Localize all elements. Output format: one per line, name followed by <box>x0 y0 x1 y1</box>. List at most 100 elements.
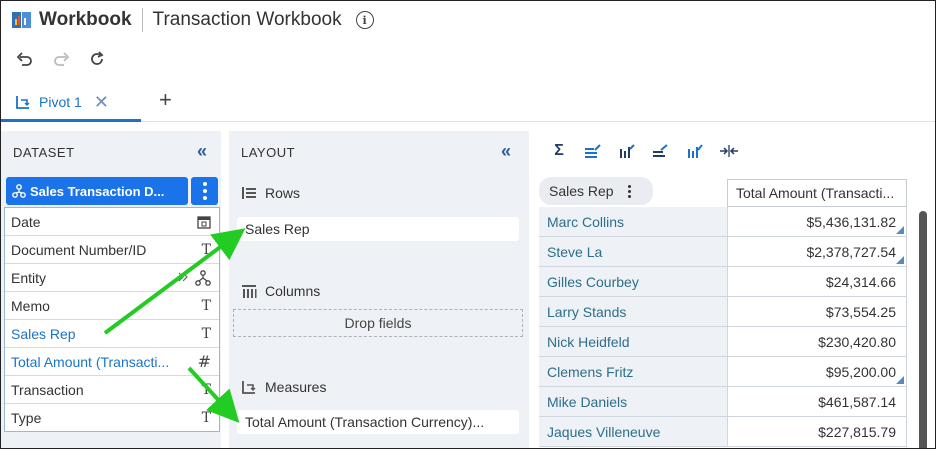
field-label: Sales Rep <box>11 325 76 342</box>
table-row: Marc Collins $5,436,131.82 <box>539 207 907 237</box>
edit-rows-icon[interactable] <box>583 141 603 161</box>
app-name: Workbook <box>39 9 132 30</box>
table-row: Larry Stands $73,554.25 <box>539 297 907 327</box>
cell-value[interactable]: $73,554.25 <box>727 297 907 327</box>
measures-field-chip[interactable]: Total Amount (Transaction Currency)... <box>237 410 519 434</box>
row-label[interactable]: Gilles Courbey <box>539 267 727 297</box>
collapse-layout-icon[interactable]: « <box>501 141 511 162</box>
number-type-icon: # <box>197 352 211 371</box>
app-frame: Workbook Transaction Workbook i Pivot 1 … <box>0 0 936 449</box>
rows-label: Rows <box>265 185 301 201</box>
rows-field-chip[interactable]: Sales Rep <box>237 217 519 241</box>
redo-icon[interactable] <box>51 49 71 69</box>
dataset-title: DATASET <box>13 145 75 160</box>
field-label: Entity <box>11 269 47 286</box>
tab-bar: Pivot 1 ✕ + <box>1 85 935 122</box>
measures-icon <box>241 379 257 395</box>
dataset-name: Sales Transaction D... <box>30 183 165 199</box>
sum-icon[interactable]: Σ <box>549 141 569 161</box>
table-row: Nick Heidfeld $230,420.80 <box>539 327 907 357</box>
row-label[interactable]: Jaques Villeneuve <box>539 417 727 447</box>
columns-dropzone[interactable]: Drop fields <box>233 309 523 337</box>
cell-value[interactable]: $461,587.14 <box>727 387 907 417</box>
table-row: Clemens Fritz $95,200.00 <box>539 357 907 387</box>
dataset-menu-button[interactable] <box>191 177 218 205</box>
close-icon[interactable]: ✕ <box>94 92 109 113</box>
columns-label: Columns <box>265 283 321 299</box>
cell-value[interactable]: $230,420.80 <box>727 327 907 357</box>
dataset-selector[interactable]: Sales Transaction D... <box>6 177 188 205</box>
row-label[interactable]: Larry Stands <box>539 297 727 327</box>
measures-section: Measures <box>241 379 326 395</box>
add-tab-button[interactable]: + <box>159 87 172 113</box>
measures-label: Measures <box>265 379 327 395</box>
field-entity[interactable]: Entity <box>5 264 219 292</box>
layout-title: LAYOUT <box>241 145 296 160</box>
text-type-icon: T <box>201 409 211 426</box>
field-date[interactable]: Date <box>5 208 219 236</box>
page-title: Transaction Workbook <box>152 9 342 30</box>
field-label: Memo <box>11 297 50 314</box>
row-label[interactable]: Nick Heidfeld <box>539 327 727 357</box>
collapse-columns-icon[interactable] <box>719 141 739 161</box>
header-bar: Workbook Transaction Workbook i <box>1 1 935 39</box>
chart-pin-icon[interactable] <box>685 141 705 161</box>
tab-label: Pivot 1 <box>39 94 82 110</box>
cell-text: $461,587.14 <box>818 393 896 410</box>
text-type-icon: T <box>201 381 211 398</box>
edit-measures-icon[interactable] <box>651 141 671 161</box>
cell-text: $230,420.80 <box>818 333 896 350</box>
field-type[interactable]: Type T <box>5 404 219 431</box>
tab-pivot-1[interactable]: Pivot 1 ✕ <box>1 85 141 122</box>
column-header-total-amount[interactable]: Total Amount (Transacti... <box>727 179 907 207</box>
pivot-results-panel: Σ Sales Rep Total Amount (Transacti... M… <box>535 131 935 448</box>
more-vertical-icon[interactable] <box>627 184 631 198</box>
row-header-sales-rep[interactable]: Sales Rep <box>539 177 653 205</box>
field-label: Date <box>11 213 41 230</box>
cell-value[interactable]: $227,815.79 <box>727 417 907 447</box>
layout-panel: LAYOUT « Rows Sales Rep Columns Drop fie… <box>229 131 529 448</box>
cell-text: $95,200.00 <box>825 363 896 380</box>
text-type-icon: T <box>201 325 211 342</box>
workbook-logo-icon <box>11 9 33 31</box>
dataset-panel: DATASET « Sales Transaction D... Date Do… <box>1 131 221 448</box>
pivot-grid: Marc Collins $5,436,131.82 Steve La $2,3… <box>539 207 907 447</box>
cell-corner-marker <box>896 226 904 234</box>
rows-icon <box>241 186 257 200</box>
pivot-icon <box>15 94 31 110</box>
row-label[interactable]: Marc Collins <box>539 207 727 237</box>
field-label: Document Number/ID <box>11 241 147 258</box>
edit-columns-icon[interactable] <box>617 141 637 161</box>
cell-value[interactable]: $2,378,727.54 <box>727 237 907 267</box>
columns-section: Columns <box>241 283 320 299</box>
collapse-dataset-icon[interactable]: « <box>197 141 207 162</box>
field-list: Date Document Number/ID T Entity Memo T <box>4 207 220 432</box>
cell-value[interactable]: $5,436,131.82 <box>727 207 907 237</box>
field-label: Type <box>11 409 42 426</box>
cell-corner-marker <box>896 376 904 384</box>
field-document-number[interactable]: Document Number/ID T <box>5 236 219 264</box>
table-row: Jaques Villeneuve $227,815.79 <box>539 417 907 447</box>
row-label[interactable]: Mike Daniels <box>539 387 727 417</box>
cell-value[interactable]: $95,200.00 <box>727 357 907 387</box>
row-label[interactable]: Clemens Fritz <box>539 357 727 387</box>
info-icon[interactable]: i <box>355 11 374 29</box>
row-label[interactable]: Steve La <box>539 237 727 267</box>
field-transaction[interactable]: Transaction T <box>5 376 219 404</box>
columns-icon <box>241 284 257 298</box>
cell-text: $5,436,131.82 <box>806 213 896 230</box>
field-memo[interactable]: Memo T <box>5 292 219 320</box>
vertical-scrollbar[interactable] <box>919 211 927 448</box>
refresh-icon[interactable] <box>87 49 107 69</box>
header-divider <box>141 8 143 32</box>
field-sales-rep[interactable]: Sales Rep T <box>5 320 219 348</box>
cell-value[interactable]: $24,314.66 <box>727 267 907 297</box>
cell-text: $24,314.66 <box>825 273 896 290</box>
table-row: Gilles Courbey $24,314.66 <box>539 267 907 297</box>
field-label: Total Amount (Transacti... <box>11 353 170 370</box>
field-label: Transaction <box>11 381 84 398</box>
toolbar <box>15 49 107 69</box>
field-total-amount[interactable]: Total Amount (Transacti... # <box>5 348 219 376</box>
calendar-icon <box>197 215 211 229</box>
undo-icon[interactable] <box>15 49 35 69</box>
